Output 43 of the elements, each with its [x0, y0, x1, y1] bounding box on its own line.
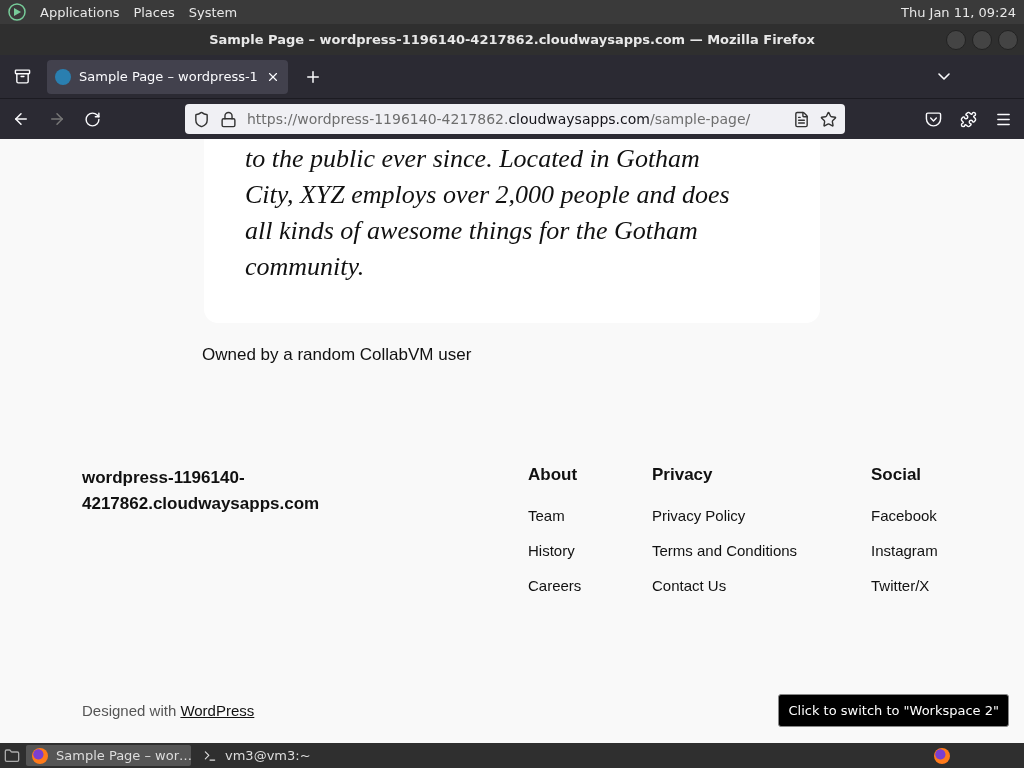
panel-menu[interactable]: Places	[133, 4, 175, 20]
url-text: https://wordpress-1196140-4217862.cloudwaysapps.com/sample-page/	[247, 111, 752, 127]
reload-icon	[84, 110, 101, 128]
reader-view-icon	[793, 110, 810, 128]
owner-note: Owned by a random CollabVM user	[202, 345, 473, 365]
site-title: wordpress-1196140-4217862.cloudwaysapps.com	[82, 467, 321, 515]
tab-list-icon	[14, 68, 31, 85]
terminal-icon	[203, 748, 217, 763]
chevron-down-icon	[938, 73, 950, 80]
panel-menu[interactable]: Applications	[40, 4, 120, 20]
footer-heading: About	[528, 465, 579, 485]
lock-icon	[220, 110, 237, 128]
puzzle-icon	[960, 110, 977, 128]
folder-icon[interactable]	[4, 747, 20, 764]
tab-title: Sample Page – wordpress-1	[79, 69, 258, 84]
address-bar[interactable]: https://wordpress-1196140-4217862.cloudwaysapps.com/sample-page/	[185, 104, 845, 134]
shield-icon	[193, 110, 210, 128]
footer-link[interactable]: Contact Us	[652, 577, 871, 594]
panel-menu[interactable]: System	[188, 4, 238, 20]
credit-text: Designed with WordPress	[82, 702, 255, 719]
browser-tab[interactable]: Sample Page – wordpress-1	[47, 59, 288, 94]
quote-text: to the public ever since. Located in Gotham City, XYZ employs over 2,000 people and does all kinds of awesome things for the Gotham community.	[245, 143, 731, 283]
footer-heading: Privacy	[652, 465, 714, 485]
window-title: Sample Page – wordpress-1196140-4217862.cloudwaysapps.com — Mozilla Firefox	[209, 32, 815, 47]
footer-heading: Social	[871, 465, 923, 485]
footer-link[interactable]: History	[528, 542, 652, 559]
clock: Thu Jan 11, 09:24	[901, 4, 1016, 20]
footer-link[interactable]: Terms and Conditions	[652, 542, 871, 559]
footer-link[interactable]: Twitter/X	[871, 577, 991, 594]
footer-link[interactable]: Privacy Policy	[652, 507, 871, 524]
footer-link[interactable]: Careers	[528, 577, 652, 594]
pocket-icon	[925, 110, 942, 128]
footer-link[interactable]: Facebook	[871, 507, 991, 524]
taskbar-item[interactable]: Sample Page – wor…	[26, 745, 191, 766]
app-menu-icon	[8, 3, 26, 21]
footer-link[interactable]: Instagram	[871, 542, 991, 559]
site-icon	[55, 68, 71, 85]
forward-arrow-icon	[48, 110, 66, 128]
tooltip: Click to switch to "Workspace 2"	[778, 694, 1009, 727]
footer-link[interactable]: Team	[528, 507, 652, 524]
bookmark-star-icon	[820, 110, 837, 128]
taskbar-item[interactable]: vm3@vm3:~	[197, 745, 317, 766]
wordpress-link[interactable]: WordPress	[180, 702, 255, 719]
